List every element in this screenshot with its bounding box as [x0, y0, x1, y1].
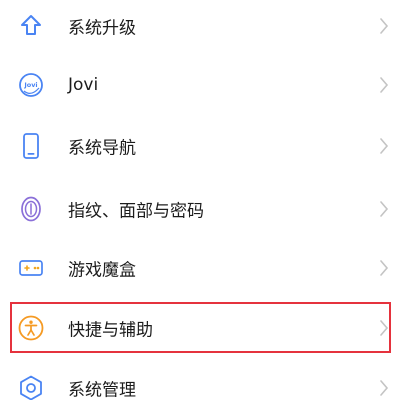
chevron-right-icon [380, 138, 389, 154]
chevron-right-icon [380, 380, 389, 396]
fingerprint-icon [16, 194, 46, 224]
phone-navigation-icon [16, 131, 46, 161]
settings-item-label: 游戏魔盒 [68, 260, 136, 281]
accessibility-icon [16, 313, 46, 343]
chevron-right-icon [380, 18, 389, 34]
settings-item-label: Jovi [68, 75, 99, 95]
settings-item-label: 指纹、面部与密码 [68, 201, 204, 222]
settings-item-system-management[interactable]: 系统管理 [0, 358, 400, 400]
upload-arrow-icon [16, 11, 46, 41]
system-management-icon [16, 373, 46, 400]
game-box-icon [16, 253, 46, 283]
chevron-right-icon [380, 77, 389, 93]
settings-item-label: 系统导航 [68, 138, 136, 159]
settings-item-game-box[interactable]: 游戏魔盒 [0, 238, 400, 298]
settings-item-system-navigation[interactable]: 系统导航 [0, 116, 400, 176]
chevron-right-icon [380, 260, 389, 276]
chevron-right-icon [380, 320, 389, 336]
jovi-logo-icon: Jovi [16, 70, 46, 100]
settings-item-label: 系统管理 [68, 380, 136, 400]
chevron-right-icon [380, 201, 389, 217]
settings-item-shortcuts-accessibility[interactable]: 快捷与辅助 [0, 298, 400, 358]
settings-item-label: 系统升级 [68, 18, 136, 39]
settings-item-system-update[interactable]: 系统升级 [0, 0, 400, 56]
settings-item-label: 快捷与辅助 [68, 320, 153, 341]
settings-screen: 系统升级 Jovi Jovi 系统导航 指纹、面部与密码 游戏魔盒 快捷与辅助 … [0, 0, 400, 400]
settings-item-jovi[interactable]: Jovi Jovi [0, 55, 400, 115]
settings-item-fingerprint-face-password[interactable]: 指纹、面部与密码 [0, 179, 400, 239]
